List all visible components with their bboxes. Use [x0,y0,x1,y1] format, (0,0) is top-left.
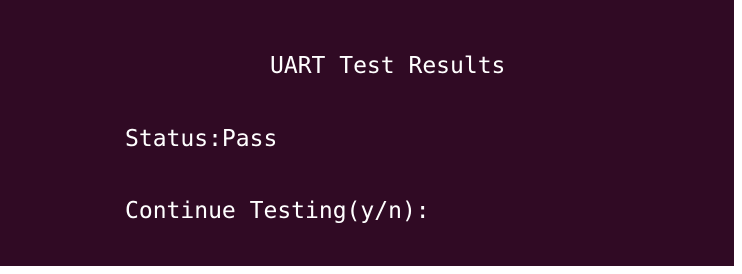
terminal-window[interactable]: UART Test Results Status:Pass Continue T… [0,0,734,266]
test-results-title: UART Test Results [270,53,506,79]
status-text: Status:Pass [125,126,278,152]
continue-testing-prompt[interactable]: Continue Testing(y/n): [125,200,430,223]
